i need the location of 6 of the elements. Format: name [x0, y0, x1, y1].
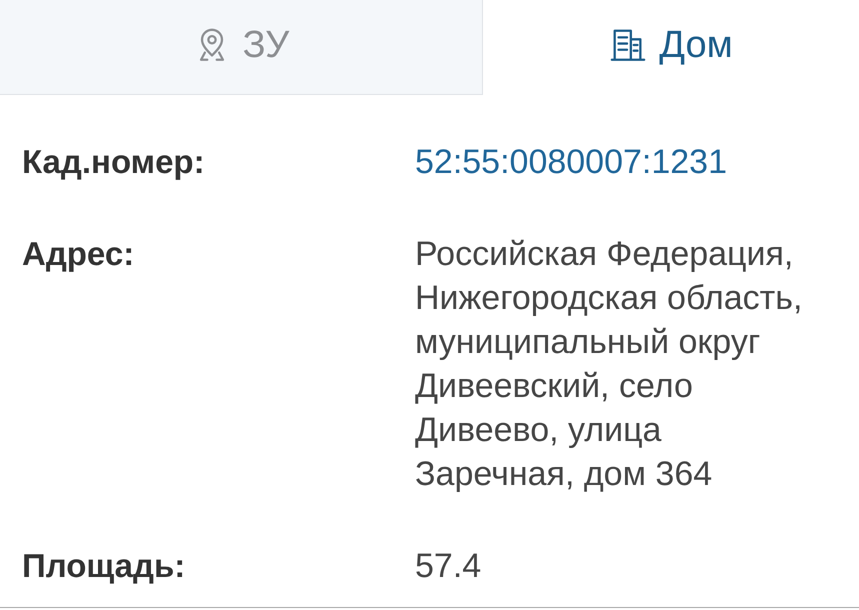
field-label: Площадь:	[22, 546, 186, 586]
field-value: 57.4	[415, 546, 482, 587]
field-label: Адрес:	[22, 234, 134, 274]
field-link[interactable]: 52:55:0080007:1231	[415, 140, 727, 184]
field-label: Кад.номер:	[22, 142, 205, 182]
field-value: Российская Федерация, Нижегородская область, муниципальный округ Дивеевский, село Дивеево, улица Заречная, дом 364	[415, 234, 804, 495]
